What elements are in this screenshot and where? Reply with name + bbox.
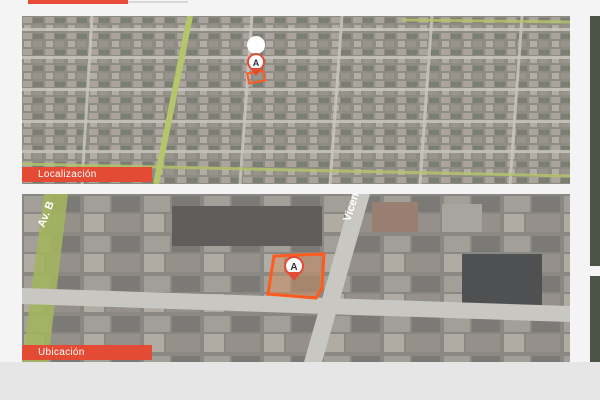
ubicacion-satellite-map: Av. B Vicente A bbox=[22, 194, 570, 362]
localizacion-map-panel[interactable]: A Localización bbox=[22, 16, 570, 184]
ubicacion-label: Ubicación bbox=[22, 345, 152, 360]
adjacent-image-strip bbox=[590, 16, 600, 364]
pin-letter: A bbox=[290, 262, 297, 273]
localizacion-label: Localización bbox=[22, 167, 152, 182]
localizacion-satellite-map: A bbox=[22, 16, 570, 184]
top-divider bbox=[128, 1, 188, 3]
ubicacion-map-panel[interactable]: Av. B Vicente A Ubicación bbox=[22, 194, 570, 362]
bottom-bar bbox=[0, 362, 600, 400]
pin-letter: A bbox=[253, 58, 260, 68]
top-accent-bar bbox=[28, 0, 128, 4]
